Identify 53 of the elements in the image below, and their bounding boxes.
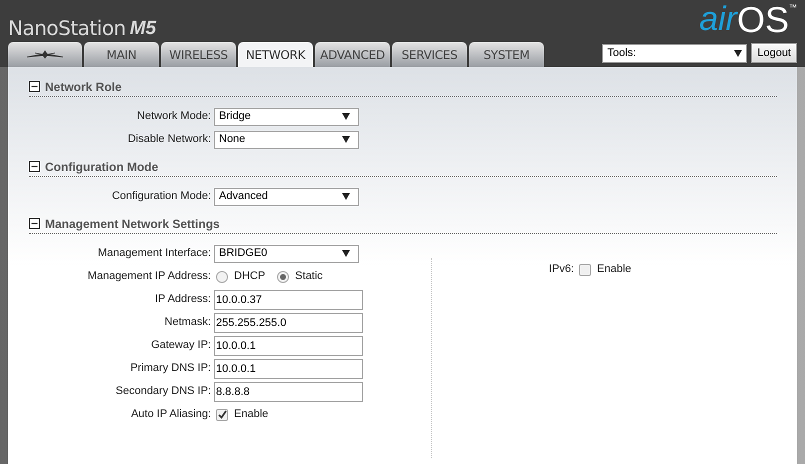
section-heading: Management Network Settings [45, 216, 220, 232]
radio-label: Static [295, 269, 323, 284]
dropdown[interactable]: Advanced [214, 188, 359, 206]
logout-button[interactable]: Logout [751, 43, 797, 63]
antenna-logo-icon [25, 50, 65, 60]
caret-icon [342, 193, 350, 200]
field-label: IP Address: [154, 292, 212, 308]
field-label: Netmask: [164, 315, 212, 330]
text-field[interactable]: 255.255.255.0 [214, 312, 363, 332]
collapse-icon[interactable] [29, 218, 40, 229]
field-label: Disable Network: [126, 132, 212, 148]
radio-label: DHCP [234, 269, 266, 284]
collapse-icon[interactable] [29, 81, 40, 92]
caret-icon [342, 113, 350, 120]
field-label: Configuration Mode: [110, 189, 212, 204]
checkbox-label: Enable [597, 262, 632, 278]
tools-dropdown[interactable]: Tools: [602, 44, 748, 62]
radio-button[interactable] [277, 270, 290, 282]
field-label: Network Mode: [136, 109, 212, 124]
text-field[interactable]: 10.0.0.1 [214, 336, 363, 356]
radio-button[interactable] [216, 270, 228, 282]
tab[interactable] [8, 42, 82, 67]
text-field[interactable]: 10.0.0.1 [214, 358, 363, 378]
dropdown[interactable]: None [214, 130, 359, 148]
caret-icon [342, 136, 350, 143]
field-label: Gateway IP: [150, 338, 212, 354]
tab[interactable]: SERVICES [392, 42, 467, 67]
section-heading: Network Role [45, 78, 122, 96]
field-label: Auto IP Aliasing: [130, 407, 212, 422]
caret-icon [734, 50, 742, 56]
field-label: Primary DNS IP: [129, 361, 212, 376]
tab[interactable]: NETWORK [238, 42, 313, 67]
field-label: IPv6: [548, 262, 575, 278]
airos-logo: airOS™ [699, 2, 797, 38]
tab[interactable]: ADVANCED [315, 42, 390, 67]
caret-icon [342, 250, 350, 257]
field-label: Secondary DNS IP: [114, 384, 212, 400]
text-field[interactable]: 10.0.0.37 [214, 290, 363, 310]
tab[interactable]: MAIN [84, 42, 159, 67]
checkbox-label: Enable [234, 407, 268, 422]
field-label: Management IP Address: [86, 269, 212, 284]
field-label: Management Interface: [96, 246, 212, 262]
product-name: NanoStation [8, 18, 126, 38]
dropdown[interactable]: Bridge [214, 108, 359, 126]
checkbox[interactable] [579, 264, 591, 276]
tab[interactable]: WIRELESS [161, 42, 236, 67]
collapse-icon[interactable] [29, 161, 40, 172]
tab[interactable]: SYSTEM [469, 42, 544, 67]
section-heading: Configuration Mode [45, 158, 158, 176]
checkbox[interactable] [216, 408, 228, 420]
model-name: M5 [130, 19, 156, 38]
text-field[interactable]: 8.8.8.8 [214, 382, 363, 402]
dropdown[interactable]: BRIDGE0 [214, 244, 359, 262]
